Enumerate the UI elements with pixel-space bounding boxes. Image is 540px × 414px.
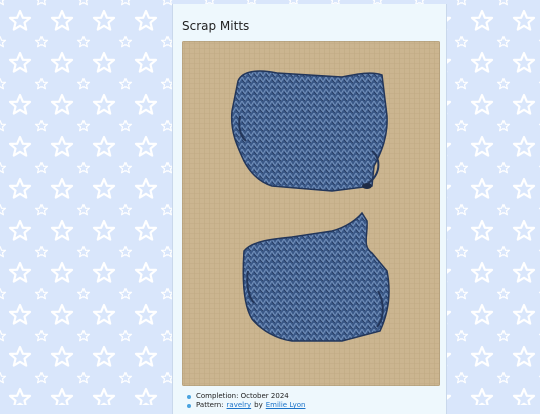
bullet-icon	[187, 394, 191, 399]
mitts-photo[interactable]	[182, 41, 440, 386]
pattern-item: Pattern: ravelry by Emilie Lyon	[187, 401, 305, 410]
post-details-list: Completion: October 2024 Pattern: ravelr…	[187, 392, 305, 410]
bullet-icon	[187, 403, 191, 408]
author-link[interactable]: Emilie Lyon	[266, 401, 306, 410]
knitted-mitts-image	[182, 41, 440, 386]
pattern-label: Pattern:	[196, 401, 224, 409]
completion-item: Completion: October 2024	[187, 392, 305, 401]
post-title: Scrap Mitts	[182, 19, 250, 33]
ravelry-link[interactable]: ravelry	[227, 401, 252, 410]
completion-text: Completion: October 2024	[196, 392, 289, 400]
post-panel: Scrap Mitts Completion: October 2024 Pat…	[172, 4, 447, 414]
pattern-by-text: by	[254, 401, 263, 409]
